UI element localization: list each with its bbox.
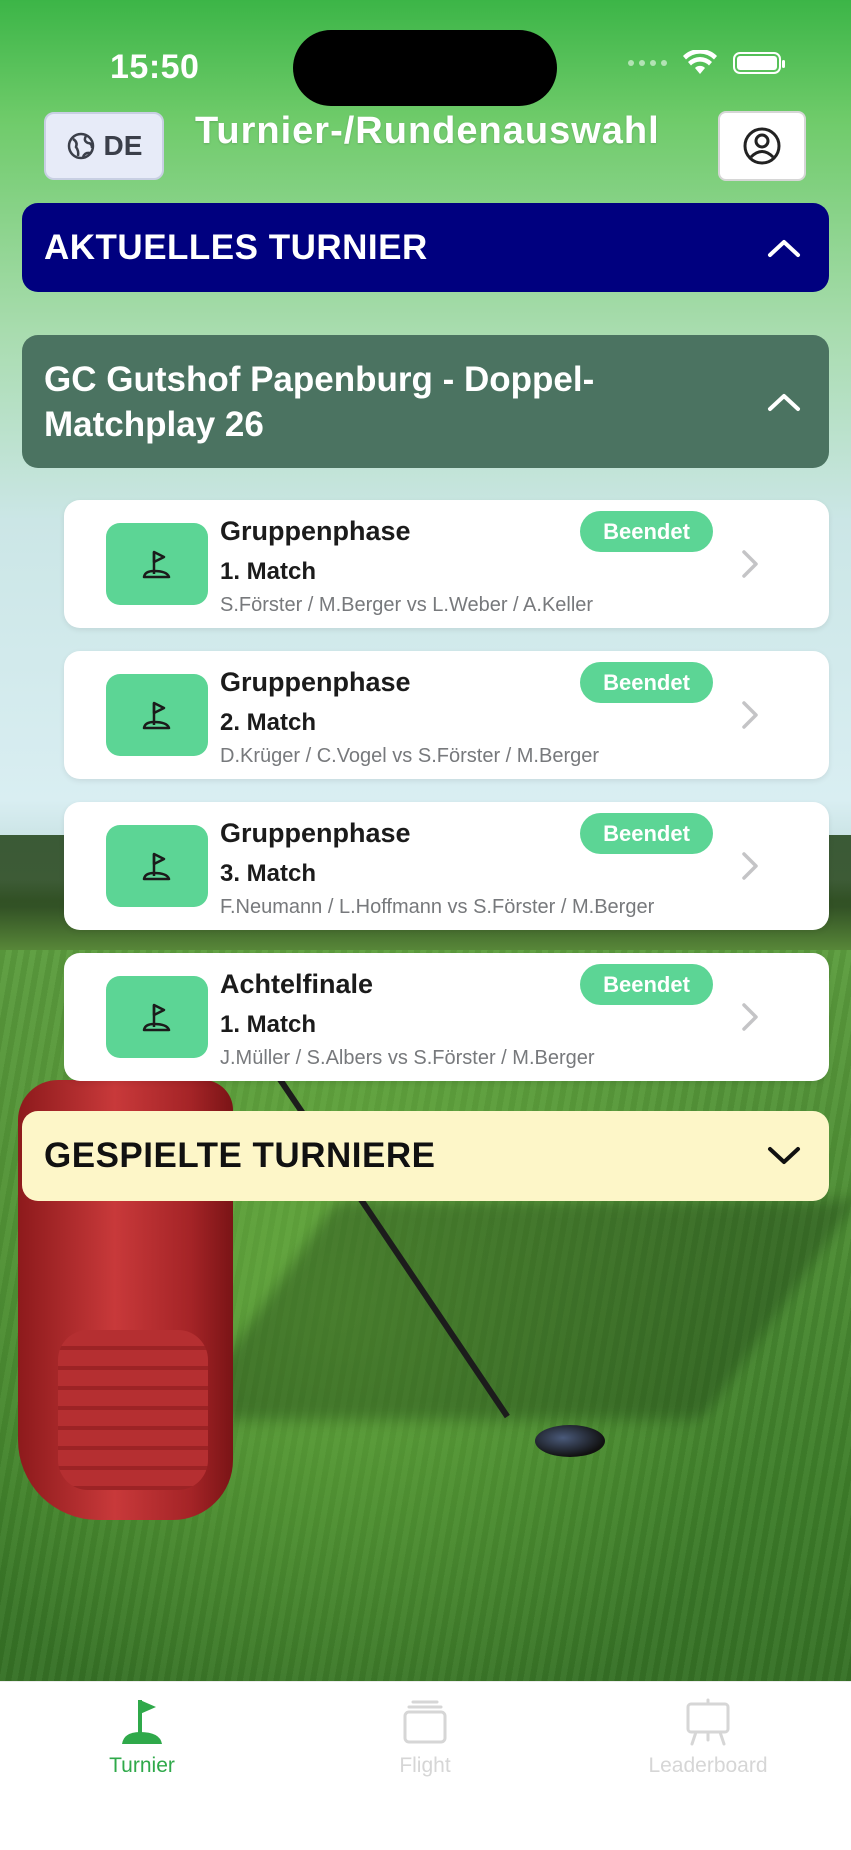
chevron-down-icon <box>768 1147 800 1164</box>
person-circle-icon <box>743 127 781 165</box>
round-phase: Gruppenphase <box>220 818 411 848</box>
tournament-name: GC Gutshof Papenburg - Doppel-Matchplay … <box>44 359 595 444</box>
round-players: F.Neumann / L.Hoffmann vs S.Förster / M.… <box>220 896 655 918</box>
tournament-header[interactable]: GC Gutshof Papenburg - Doppel-Matchplay … <box>22 335 829 468</box>
status-badge: Beendet <box>580 813 713 854</box>
golf-flag-icon <box>106 523 208 605</box>
round-players: D.Krüger / C.Vogel vs S.Förster / M.Berg… <box>220 745 600 767</box>
status-badge: Beendet <box>580 662 713 703</box>
chevron-up-icon <box>768 239 800 257</box>
golf-flag-icon <box>122 1700 162 1744</box>
page-title: Turnier-/Rundenauswahl <box>195 110 660 152</box>
golf-flag-icon <box>106 976 208 1058</box>
status-badge: Beendet <box>580 964 713 1005</box>
round-phase: Gruppenphase <box>220 516 411 546</box>
tab-label: Flight <box>399 1754 451 1777</box>
tab-turnier[interactable]: Turnier <box>42 1696 242 1778</box>
round-card[interactable]: Gruppenphase 1. Match S.Förster / M.Berg… <box>64 500 829 628</box>
played-tournaments-section-header[interactable]: GESPIELTE TURNIERE <box>22 1111 829 1201</box>
tab-flight[interactable]: Flight <box>325 1696 525 1778</box>
round-match: 1. Match <box>220 1011 317 1038</box>
current-tournament-label: AKTUELLES TURNIER <box>44 227 428 267</box>
language-button[interactable]: DE <box>44 112 164 180</box>
round-card[interactable]: Achtelfinale 1. Match J.Müller / S.Alber… <box>64 953 829 1081</box>
round-players: J.Müller / S.Albers vs S.Förster / M.Ber… <box>220 1047 595 1069</box>
golf-club-head <box>535 1425 605 1457</box>
round-players: S.Förster / M.Berger vs L.Weber / A.Kell… <box>220 594 594 616</box>
chevron-right-icon <box>742 550 758 578</box>
status-time: 15:50 <box>110 48 200 86</box>
tab-label: Leaderboard <box>648 1754 768 1777</box>
played-tournaments-label: GESPIELTE TURNIERE <box>44 1136 436 1175</box>
round-card[interactable]: Gruppenphase 3. Match F.Neumann / L.Hoff… <box>64 802 829 930</box>
round-match: 1. Match <box>220 558 317 585</box>
golf-flag-icon <box>106 825 208 907</box>
cellular-signal-icon <box>628 60 667 66</box>
tab-label: Turnier <box>109 1754 175 1777</box>
tab-bar: Turnier Flight Leaderboard <box>0 1681 851 1850</box>
round-card[interactable]: Gruppenphase 2. Match D.Krüger / C.Vogel… <box>64 651 829 779</box>
profile-button[interactable] <box>718 111 806 181</box>
chevron-right-icon <box>742 701 758 729</box>
dynamic-island <box>293 30 557 106</box>
round-phase: Achtelfinale <box>220 969 374 999</box>
round-match: 3. Match <box>220 860 317 887</box>
golf-flag-icon <box>106 674 208 756</box>
round-phase: Gruppenphase <box>220 667 411 697</box>
wifi-icon <box>683 50 717 74</box>
status-badge: Beendet <box>580 511 713 552</box>
easel-board-icon <box>686 1698 730 1746</box>
round-match: 2. Match <box>220 709 317 736</box>
language-code: DE <box>103 130 143 161</box>
status-icons <box>628 50 785 76</box>
battery-icon <box>733 52 785 74</box>
current-tournament-section-header[interactable]: AKTUELLES TURNIER <box>22 203 829 292</box>
tab-leaderboard[interactable]: Leaderboard <box>608 1696 808 1778</box>
chevron-right-icon <box>742 852 758 880</box>
chevron-up-icon <box>768 393 800 411</box>
globe-icon <box>67 132 94 160</box>
stack-icon <box>403 1700 447 1744</box>
chevron-right-icon <box>742 1003 758 1031</box>
